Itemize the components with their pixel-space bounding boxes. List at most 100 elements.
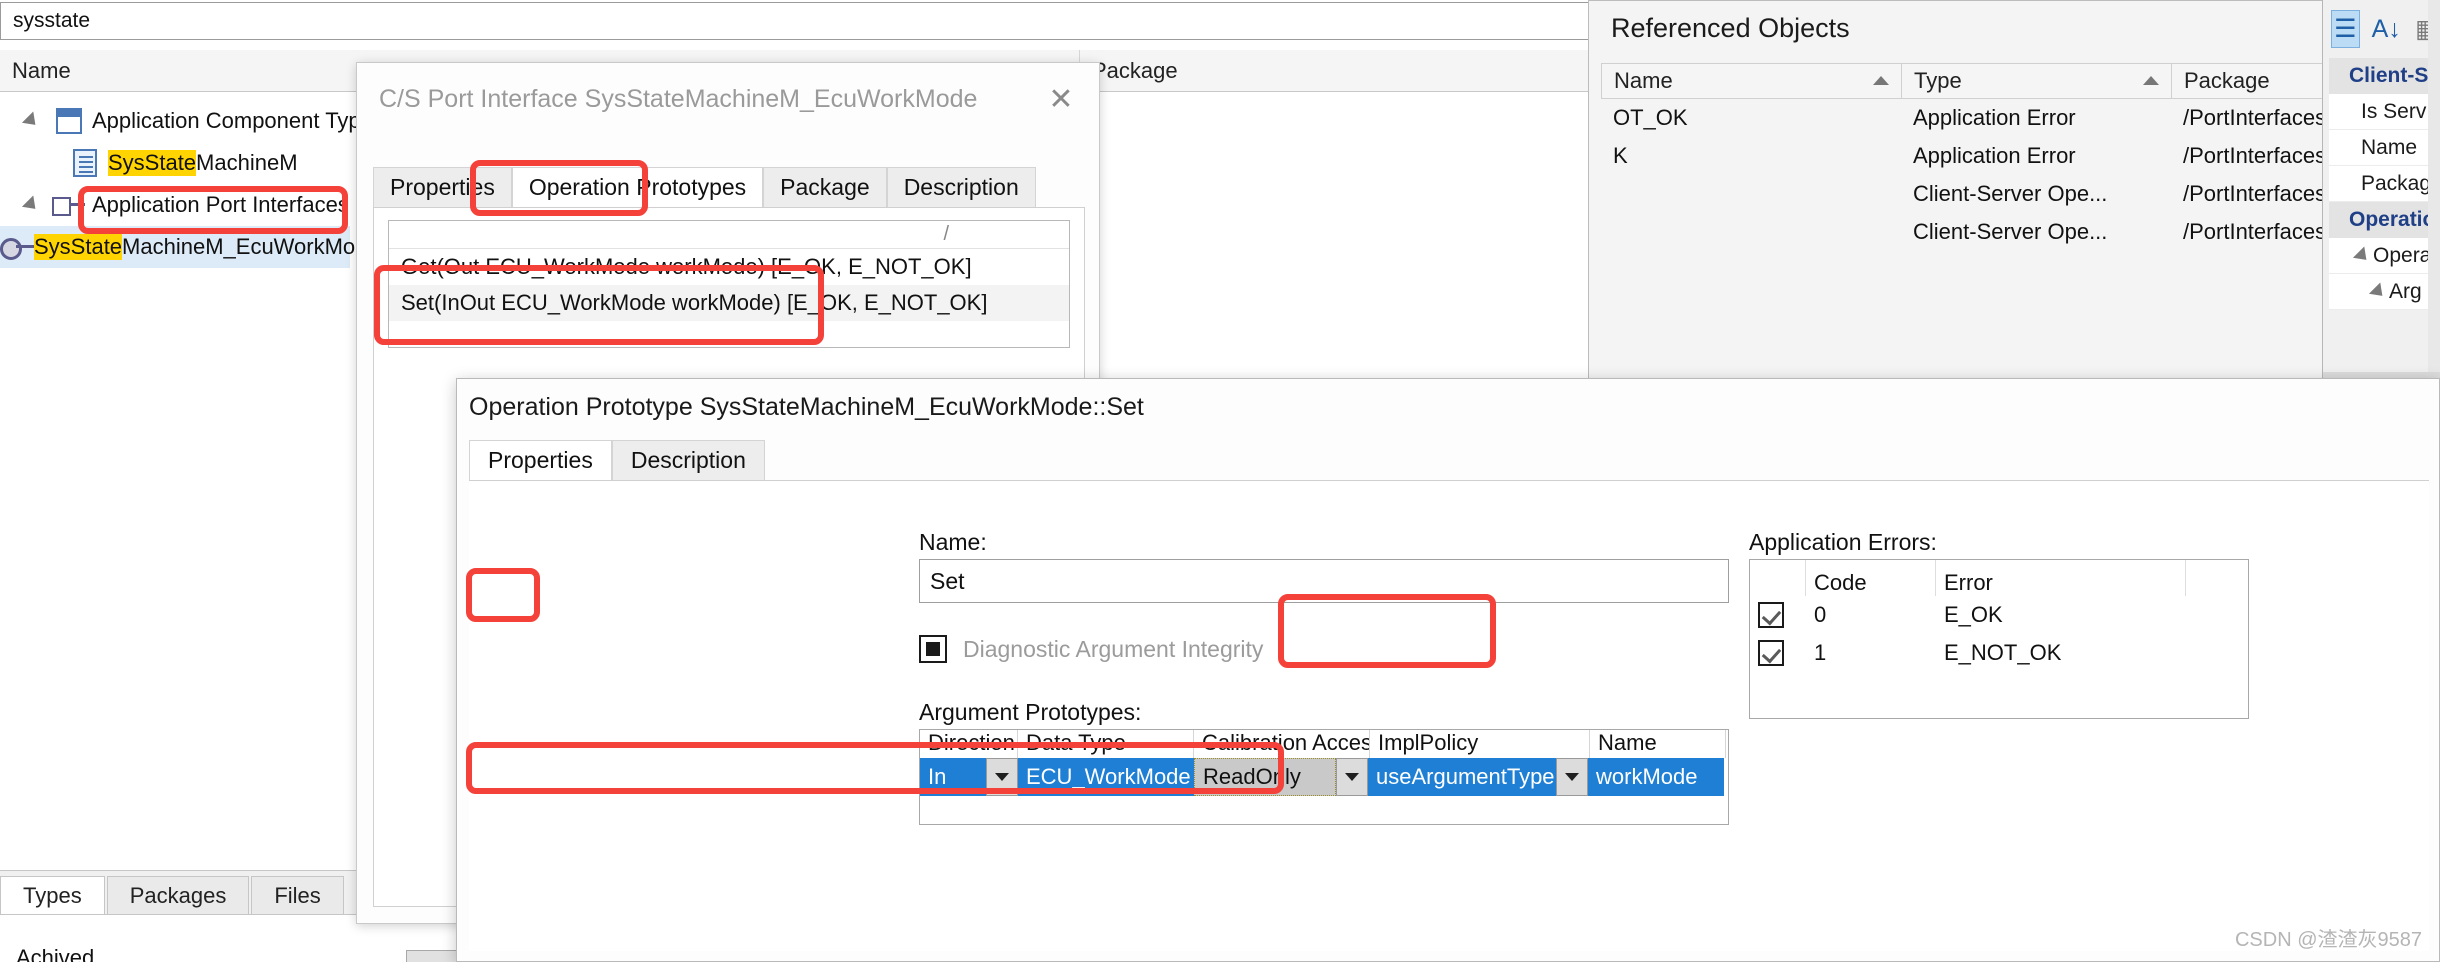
- expander-icon[interactable]: [2351, 245, 2373, 266]
- referenced-objects-table[interactable]: OT_OK Application Error /PortInterfaces …: [1601, 99, 2440, 251]
- op-dialog-title: Operation Prototype SysStateMachineM_Ecu…: [469, 393, 1144, 421]
- arg-column-name[interactable]: Name: [1590, 730, 1726, 758]
- application-window: sysstate ✕ Name Package Application Comp…: [0, 0, 2440, 962]
- port-interfaces-icon: [46, 195, 92, 216]
- arg-column-data-type[interactable]: Data Type: [1018, 730, 1194, 758]
- tab-packages[interactable]: Packages: [106, 876, 250, 914]
- table-row[interactable]: 0 E_OK: [1750, 596, 2248, 634]
- err-column-check: [1750, 560, 1806, 596]
- sort-alphabetical-icon[interactable]: A↓: [2372, 10, 2401, 48]
- err-cell-check[interactable]: [1750, 640, 1806, 666]
- err-cell-error: E_NOT_OK: [1944, 640, 2062, 665]
- tab-description[interactable]: Description: [886, 167, 1036, 207]
- op-dialog-tabs: Properties Description: [469, 437, 2429, 481]
- tree-row-label-highlight: SysState: [34, 234, 123, 260]
- argument-prototypes-table[interactable]: Direction Data Type Calibration Access I…: [919, 729, 1729, 825]
- tree-row-sysstatemachinem-ecuworkmode[interactable]: SysState MachineM_EcuWorkMode: [0, 226, 380, 268]
- err-cell-code: 1: [1814, 640, 1827, 665]
- table-row[interactable]: In ECU_WorkMode ReadOnly useArgumentType…: [920, 758, 1728, 796]
- err-column-error[interactable]: Error: [1936, 560, 2186, 596]
- tree-row-label: Application Port Interfaces: [92, 192, 349, 217]
- diagnostic-argument-integrity-row[interactable]: Diagnostic Argument Integrity: [919, 635, 1263, 663]
- err-column-code[interactable]: Code: [1806, 560, 1936, 596]
- error-table-header: Code Error: [1750, 560, 2248, 596]
- tree-row-label: MachineM_EcuWorkMode: [122, 234, 380, 259]
- ref-column-name[interactable]: Name: [1601, 63, 1901, 99]
- status-strip-label: Achived: [16, 945, 95, 962]
- list-item[interactable]: Set(InOut ECU_WorkMode workMode) [E_OK, …: [389, 285, 1069, 321]
- checkbox-checked-icon[interactable]: [1758, 602, 1784, 628]
- direction-dropdown-icon[interactable]: [986, 758, 1018, 796]
- component-types-icon: [46, 108, 92, 134]
- tree-row-label: Application Component Types: [92, 108, 384, 133]
- tab-operation-prototypes[interactable]: Operation Prototypes: [511, 167, 764, 207]
- arg-cell-calibration-access: ReadOnly: [1194, 758, 1336, 796]
- err-cell-error: E_OK: [1944, 602, 2003, 627]
- list-item[interactable]: Get(Out ECU_WorkMode workMode) [E_OK, E_…: [389, 249, 1069, 285]
- ref-cell-type: Application Error: [1913, 105, 2076, 130]
- categorized-view-icon[interactable]: ☰: [2331, 10, 2360, 48]
- sort-ascending-icon: [1873, 76, 1889, 85]
- property-row-is-service[interactable]: Is Serv: [2329, 94, 2440, 130]
- property-group-operations: Operatio: [2329, 202, 2440, 238]
- arg-cell-impl-policy: useArgumentType: [1368, 758, 1556, 796]
- diagnostic-argument-integrity-checkbox: [919, 635, 947, 663]
- err-cell-code: 0: [1814, 602, 1827, 627]
- tab-types[interactable]: Types: [0, 876, 105, 914]
- property-sidebar-scrollbar[interactable]: [2428, 0, 2440, 386]
- property-row-operations[interactable]: Operat: [2329, 238, 2440, 274]
- table-row[interactable]: Client-Server Ope... /PortInterfaces: [1601, 175, 2440, 213]
- ref-cell-name: OT_OK: [1613, 105, 1688, 130]
- expander-icon[interactable]: [2367, 281, 2389, 302]
- expander-icon[interactable]: [16, 111, 46, 131]
- application-errors-table[interactable]: Code Error 0 E_OK 1 E_NOT_OK: [1749, 559, 2249, 719]
- application-errors-label: Application Errors:: [1749, 529, 1937, 555]
- cs-dialog-tabs: Properties Operation Prototypes Package …: [373, 163, 1036, 207]
- table-row[interactable]: Client-Server Ope... /PortInterfaces: [1601, 213, 2440, 251]
- argument-table-header: Direction Data Type Calibration Access I…: [920, 730, 1728, 758]
- arg-column-calibration-access[interactable]: Calibration Access: [1194, 730, 1370, 758]
- operation-prototypes-list[interactable]: / Get(Out ECU_WorkMode workMode) [E_OK, …: [388, 220, 1070, 348]
- table-row[interactable]: 1 E_NOT_OK: [1750, 634, 2248, 672]
- calibration-access-dropdown-icon[interactable]: [1336, 758, 1368, 796]
- cs-interface-icon: [0, 237, 34, 260]
- property-sidebar: ☰ A↓ ▦ Client-Se Is Serv Name Packag Ope…: [2322, 0, 2440, 386]
- arg-column-impl-policy[interactable]: ImplPolicy: [1370, 730, 1590, 758]
- ref-column-type[interactable]: Type: [1901, 63, 2171, 99]
- arg-cell-data-type: ECU_WorkMode: [1018, 758, 1194, 796]
- arg-cell-direction: In: [920, 758, 986, 796]
- property-row-arguments[interactable]: Arg: [2329, 274, 2440, 310]
- table-row[interactable]: K Application Error /PortInterfaces: [1601, 137, 2440, 175]
- property-group-client-server: Client-Se: [2329, 58, 2440, 94]
- property-row-name[interactable]: Name: [2329, 130, 2440, 166]
- operation-prototype-dialog: Operation Prototype SysStateMachineM_Ecu…: [456, 378, 2440, 962]
- table-row[interactable]: OT_OK Application Error /PortInterfaces: [1601, 99, 2440, 137]
- property-row-package[interactable]: Packag: [2329, 166, 2440, 202]
- ref-cell-name: K: [1613, 143, 1628, 168]
- expander-icon[interactable]: [16, 195, 46, 215]
- tree-row-label-highlight: SysState: [108, 150, 197, 176]
- arg-cell-name: workMode: [1588, 758, 1724, 796]
- arg-column-direction[interactable]: Direction: [920, 730, 1018, 758]
- sort-ascending-icon: [2143, 76, 2159, 85]
- watermark: CSDN @渣渣灰9587: [2234, 929, 2422, 951]
- tab-properties[interactable]: Properties: [373, 167, 512, 207]
- tab-files[interactable]: Files: [251, 876, 344, 914]
- tab-package[interactable]: Package: [763, 167, 887, 207]
- cs-dialog-title: C/S Port Interface SysStateMachineM_EcuW…: [379, 85, 978, 113]
- tab-description[interactable]: Description: [611, 440, 765, 480]
- tree-row-label: MachineM: [196, 150, 298, 175]
- ref-cell-type: Client-Server Ope...: [1913, 219, 2108, 244]
- component-doc-icon: [62, 149, 108, 177]
- err-cell-check[interactable]: [1750, 602, 1806, 628]
- referenced-objects-title: Referenced Objects: [1611, 13, 1850, 43]
- name-label: Name:: [919, 529, 987, 555]
- close-icon[interactable]: ✕: [1039, 77, 1083, 121]
- operation-list-header: /: [389, 221, 1069, 249]
- name-input[interactable]: Set: [919, 559, 1729, 603]
- argument-prototypes-label: Argument Prototypes:: [919, 699, 1142, 725]
- referenced-objects-panel: Referenced Objects ✕ Name Type Package O…: [1588, 0, 2440, 380]
- impl-policy-dropdown-icon[interactable]: [1556, 758, 1588, 796]
- tab-properties[interactable]: Properties: [469, 440, 612, 480]
- checkbox-checked-icon[interactable]: [1758, 640, 1784, 666]
